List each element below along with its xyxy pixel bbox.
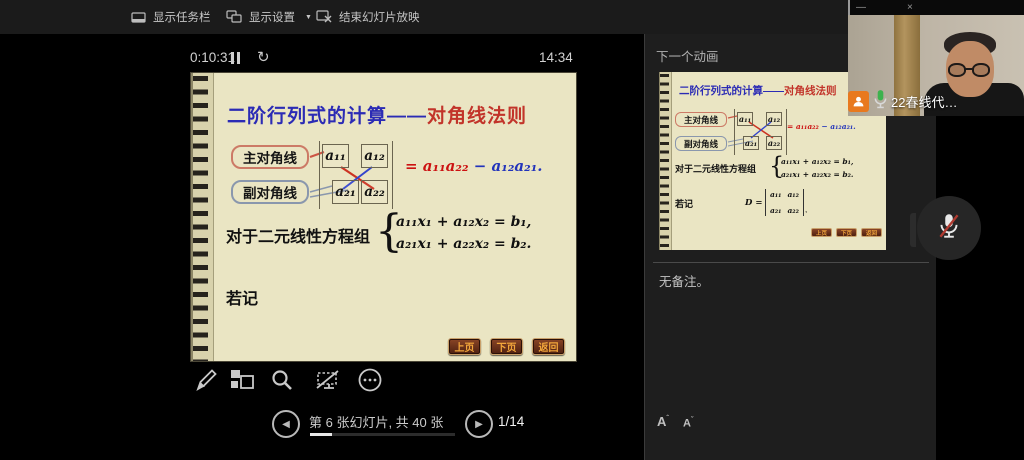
page-indicator: 1/14 — [498, 414, 524, 429]
notebook-spiral-binding-mini — [659, 72, 672, 250]
glasses-left-lens — [948, 63, 966, 77]
elapsed-timer: 0:10:31 — [190, 50, 235, 65]
show-taskbar-label: 显示任务栏 — [153, 9, 211, 25]
preview-equation-1: a₁₁x₁ + a₁₂x₂ = b₁, — [781, 157, 854, 166]
preview-formula: = a₁₁a₂₂ − a₁₂a₂₁. — [787, 122, 856, 131]
webcam-overlay: 22春线代… — [848, 90, 957, 112]
preview-cell-a11: a₁₁ — [737, 112, 753, 126]
screen-toggle-icon — [315, 368, 341, 397]
mic-drawer-handle[interactable] — [910, 213, 916, 247]
more-options-button[interactable] — [356, 368, 384, 396]
preview-next-button: 下页 — [836, 228, 857, 237]
slide-title-blue: 二阶行列式的计算—— — [227, 106, 427, 127]
main-diagonal-callout: 主对角线 — [231, 145, 309, 169]
chevron-down-icon: ▼ — [305, 14, 312, 21]
glasses-right-lens — [972, 63, 990, 77]
preview-comma: , — [805, 205, 807, 214]
preview-anti-diagonal-callout: 副对角线 — [675, 136, 727, 151]
preview-cell-a12: a₁₂ — [766, 112, 782, 126]
formula-anti-part: − a₁₂a₂₁. — [474, 157, 543, 175]
determinant-bar-left — [319, 141, 320, 209]
webcam-titlebar[interactable]: — × — [848, 0, 1024, 15]
more-options-icon — [357, 367, 383, 398]
display-settings-label: 显示设置 — [249, 9, 295, 25]
next-slide-button[interactable]: ▶ — [465, 410, 493, 438]
participant-badge — [848, 91, 869, 112]
determinant-formula: = a₁₁a₂₂ − a₁₂a₂₁. — [405, 157, 542, 175]
matrix-cell-a11: a₁₁ — [322, 144, 349, 168]
pause-timer-button[interactable] — [231, 52, 245, 65]
formula-main-part: = a₁₁a₂₂ — [405, 157, 469, 175]
preview-cell-a21: a₂₁ — [743, 136, 759, 150]
pen-icon — [194, 368, 218, 397]
preview-ruoji: 若记 — [675, 197, 693, 210]
slide-navigator-icon — [229, 368, 255, 397]
end-slideshow-label: 结束幻灯片放映 — [339, 9, 420, 25]
webcam-window: — × 22春线代… — [848, 0, 1024, 116]
preview-title: 二阶行列式的计算——对角线法则 — [679, 83, 837, 98]
participant-icon — [852, 95, 865, 108]
previous-arrow-icon: ◀ — [282, 419, 290, 430]
black-screen-toggle-button[interactable] — [314, 368, 342, 396]
slideshow-progress-bar — [310, 433, 455, 436]
close-icon[interactable]: × — [907, 2, 913, 13]
notes-text: 无备注。 — [659, 271, 709, 290]
show-taskbar-button[interactable]: 显示任务栏 — [131, 0, 211, 34]
determinant-bar-right — [392, 141, 393, 209]
display-settings-button[interactable]: 显示设置 ▼ — [226, 0, 312, 34]
zoom-slide-button[interactable] — [268, 368, 296, 396]
microphone-icon — [873, 89, 888, 114]
notes-divider[interactable] — [653, 262, 929, 263]
slide-counter: 第 6 张幻灯片, 共 40 张 — [309, 412, 443, 431]
ruoji-text: 若记 — [226, 285, 258, 309]
preview-back-button: 返回 — [861, 228, 882, 237]
notebook-spiral-binding — [191, 73, 214, 361]
slide-back-button[interactable]: 返回 — [532, 338, 565, 355]
meeting-name-label: 22春线代… — [891, 92, 957, 111]
current-slide[interactable]: 二阶行列式的计算——对角线法则 主对角线 副对角线 a₁₁ a₁₂ a₂₁ a₂… — [190, 72, 577, 362]
linear-system-label: 对于二元线性方程组 — [226, 223, 370, 247]
dual-monitor-icon — [226, 10, 242, 24]
presenter-view: 显示任务栏 显示设置 ▼ 结束幻灯片放映 0:10:31 ↻ 14:34 二阶行… — [0, 0, 1024, 460]
see-all-slides-button[interactable] — [228, 368, 256, 396]
end-slideshow-icon — [316, 10, 332, 24]
end-slideshow-button[interactable]: 结束幻灯片放映 — [316, 0, 420, 34]
anti-diagonal-callout: 副对角线 — [231, 180, 309, 204]
matrix-cell-a12: a₁₂ — [361, 144, 388, 168]
taskbar-icon — [131, 11, 146, 24]
increase-font-button[interactable]: Aˆ — [657, 414, 669, 429]
progress-fill — [310, 433, 332, 436]
equation-2: a₂₁x₁ + a₂₂x₂ = b₂. — [396, 236, 531, 252]
next-arrow-icon: ▶ — [475, 419, 483, 430]
matrix-cell-a22: a₂₂ — [361, 180, 388, 204]
slide-title: 二阶行列式的计算——对角线法则 — [227, 101, 527, 128]
slide-title-red: 对角线法则 — [427, 106, 527, 127]
next-animation-header: 下一个动画 — [656, 46, 719, 65]
glasses-bridge — [965, 68, 973, 70]
slide-prev-page-button[interactable]: 上页 — [448, 338, 481, 355]
minimize-icon[interactable]: — — [856, 2, 866, 13]
restart-timer-button[interactable]: ↻ — [257, 48, 270, 66]
matrix-cell-a21: a₂₁ — [332, 180, 359, 204]
preview-system-label: 对于二元线性方程组 — [675, 162, 756, 175]
preview-d-label: D = — [745, 198, 762, 208]
microphone-muted-icon — [934, 211, 964, 246]
magnifier-icon — [270, 368, 294, 397]
preview-cell-a22: a₂₂ — [766, 136, 782, 150]
clock-time: 14:34 — [539, 50, 573, 65]
webcam-video: 22春线代… — [848, 15, 1024, 116]
preview-equation-2: a₂₁x₁ + a₂₂x₂ = b₂. — [781, 170, 854, 179]
pen-tool-button[interactable] — [192, 368, 220, 396]
mute-toggle-button[interactable] — [917, 196, 981, 260]
preview-prev-button: 上页 — [811, 228, 832, 237]
preview-determinant-matrix: a₁₁a₁₂ a₂₁a₂₂ — [765, 189, 804, 216]
slide-next-page-button[interactable]: 下页 — [490, 338, 523, 355]
decrease-font-button[interactable]: Aˇ — [683, 417, 693, 430]
pause-icon — [231, 52, 234, 64]
previous-slide-button[interactable]: ◀ — [272, 410, 300, 438]
preview-main-diagonal-callout: 主对角线 — [675, 112, 727, 127]
equation-1: a₁₁x₁ + a₁₂x₂ = b₁, — [396, 214, 531, 230]
